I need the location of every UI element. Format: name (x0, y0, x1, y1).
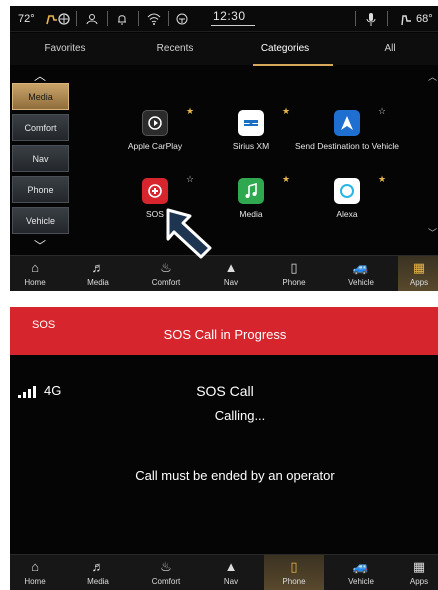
nav-nav[interactable]: ▲ Nav (206, 555, 256, 590)
favorite-star-icon[interactable]: ★ (186, 106, 194, 117)
app-label: Alexa (336, 209, 358, 219)
car-icon: 🚙 (352, 260, 370, 275)
music-note-icon: ♬ (91, 260, 105, 275)
sidebar-item-vehicle[interactable]: Vehicle (12, 207, 69, 234)
apps-screen: 72° 12:30 68° Favorites Recents Categori… (10, 6, 438, 291)
nav-apps[interactable]: ▦ Apps (398, 256, 438, 291)
nav-apps[interactable]: ▦ Apps (398, 555, 438, 590)
car-icon: 🚙 (352, 559, 370, 574)
tab-favorites[interactable]: Favorites (10, 33, 120, 65)
tab-recents[interactable]: Recents (120, 33, 230, 65)
sos-header: SOS SOS Call in Progress (10, 307, 438, 355)
tab-categories[interactable]: Categories (230, 33, 340, 65)
sos-call-screen: SOS SOS Call in Progress 4G SOS Call Cal… (10, 307, 438, 590)
sidebar-item-comfort[interactable]: Comfort (12, 114, 69, 141)
favorite-star-icon[interactable]: ★ (282, 106, 290, 117)
nav-arrow-icon: ▲ (224, 559, 238, 574)
nav-media[interactable]: ♬ Media (72, 256, 124, 291)
favorite-star-outline-icon[interactable]: ☆ (378, 106, 386, 117)
scroll-down-icon[interactable]: ﹀ (428, 226, 437, 239)
carplay-icon (142, 110, 168, 136)
app-tile-alexa[interactable]: ★ Alexa (292, 174, 402, 238)
seat-heat-icon (46, 13, 70, 25)
favorite-star-outline-icon[interactable]: ☆ (186, 174, 194, 185)
bottom-nav: ⌂ Home ♬ Media ♨ Comfort ▲ Nav ▯ Phone 🚙… (10, 554, 438, 590)
sidebar-item-phone[interactable]: Phone (12, 176, 69, 203)
app-label: Send Destination to Vehicle (295, 141, 399, 151)
notification-bell-icon[interactable] (116, 12, 128, 26)
music-note-icon (238, 178, 264, 204)
clock: 12:30 (213, 9, 246, 23)
climate-icons[interactable] (44, 12, 72, 26)
outside-temp: 72° (18, 12, 35, 26)
music-note-icon: ♬ (91, 559, 105, 574)
call-message: Call must be ended by an operator (135, 468, 335, 483)
cabin-temp-value: 68° (416, 13, 433, 25)
wifi-icon[interactable] (147, 12, 161, 26)
chevron-down-icon[interactable]: ﹀ (32, 240, 48, 252)
nav-home[interactable]: ⌂ Home (10, 555, 60, 590)
sidebar-item-nav[interactable]: Nav (12, 145, 69, 172)
nav-vehicle[interactable]: 🚙 Vehicle (332, 256, 390, 291)
alexa-icon (334, 178, 360, 204)
app-label: Apple CarPlay (127, 141, 183, 151)
cabin-temp[interactable]: 68° (399, 12, 433, 26)
sidebar-item-media[interactable]: Media (12, 83, 69, 110)
favorite-star-icon[interactable]: ★ (378, 174, 386, 185)
home-icon: ⌂ (31, 260, 39, 275)
nav-vehicle[interactable]: 🚙 Vehicle (332, 555, 390, 590)
home-icon: ⌂ (31, 559, 39, 574)
apps-grid-icon: ▦ (412, 559, 426, 574)
nav-media[interactable]: ♬ Media (72, 555, 124, 590)
pointer-arrow-icon (166, 208, 212, 259)
scroll-up-icon[interactable]: ︿ (428, 70, 437, 83)
nav-phone[interactable]: ▯ Phone (268, 256, 320, 291)
call-status: Calling... (214, 408, 266, 423)
sos-title: SOS Call in Progress (163, 327, 287, 342)
tab-all[interactable]: All (340, 33, 438, 65)
bottom-nav: ⌂ Home ♬ Media ♨ Comfort ▲ Nav ▯ Phone 🚙… (10, 255, 438, 291)
heated-seat-icon (401, 14, 411, 25)
app-grid: ★ Apple CarPlay ★ Sirius XM ☆ Send Desti… (70, 66, 438, 256)
category-sidebar: ︿ Media Comfort Nav Phone Vehicle ﹀ (10, 66, 70, 256)
seat-heat-icon: ♨ (160, 559, 172, 574)
user-icon[interactable] (86, 12, 98, 26)
phone-icon: ▯ (290, 559, 298, 574)
status-bar: 72° 12:30 68° (10, 6, 438, 32)
nav-home[interactable]: ⌂ Home (10, 256, 60, 291)
app-label: Sirius XM (232, 141, 270, 151)
app-tile-siriusxm[interactable]: ★ Sirius XM (196, 106, 306, 170)
call-title: SOS Call (196, 383, 254, 399)
nav-phone[interactable]: ▯ Phone (264, 555, 324, 590)
driver-assist-icon[interactable] (176, 12, 188, 26)
app-tile-apple-carplay[interactable]: ★ Apple CarPlay (100, 106, 210, 170)
siriusxm-icon (238, 110, 264, 136)
navigation-arrow-icon (334, 110, 360, 136)
favorite-star-icon[interactable]: ★ (282, 174, 290, 185)
outside-temp-value: 72° (18, 13, 35, 25)
nav-comfort[interactable]: ♨ Comfort (138, 555, 194, 590)
phone-icon: ▯ (290, 260, 298, 275)
microphone-icon[interactable] (366, 12, 376, 26)
apps-grid-icon: ▦ (412, 260, 426, 275)
category-tabs: Favorites Recents Categories All (10, 33, 438, 65)
sos-icon (142, 178, 168, 204)
app-tile-send-destination[interactable]: ☆ Send Destination to Vehicle (292, 106, 402, 170)
chevron-up-icon[interactable]: ︿ (32, 70, 48, 82)
